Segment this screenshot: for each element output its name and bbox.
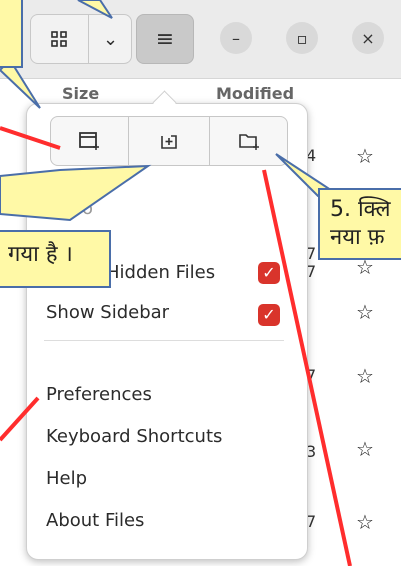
annotation-callout: गया है । xyxy=(0,230,111,288)
popover-action-row xyxy=(50,116,288,166)
star-icon[interactable]: ☆ xyxy=(356,437,374,461)
column-size[interactable]: Size xyxy=(62,84,99,103)
star-icon[interactable]: ☆ xyxy=(356,300,374,324)
menu-item-show-sidebar[interactable]: Show Sidebar xyxy=(46,302,169,323)
main-menu-button[interactable]: ≡ xyxy=(136,14,194,64)
chevron-down-icon: ⌄ xyxy=(102,28,119,50)
view-options-dropdown[interactable]: ⌄ xyxy=(88,15,132,63)
close-icon: × xyxy=(361,28,375,48)
close-button[interactable]: × xyxy=(352,22,384,54)
new-tab-button[interactable] xyxy=(128,117,209,165)
main-menu-popover xyxy=(26,103,308,560)
annotation-callout xyxy=(0,0,23,68)
new-window-button[interactable] xyxy=(51,117,127,165)
menu-item-undo[interactable]: Undo xyxy=(46,198,93,219)
new-folder-icon xyxy=(239,134,259,150)
menu-item-about-files[interactable]: About Files xyxy=(46,510,144,531)
star-icon[interactable]: ☆ xyxy=(356,510,374,534)
column-modified[interactable]: Modified xyxy=(216,84,294,103)
menu-item-preferences[interactable]: Preferences xyxy=(46,384,152,405)
checkbox-checked-icon[interactable]: ✓ xyxy=(258,304,280,326)
menu-separator xyxy=(44,340,284,341)
menu-item-keyboard-shortcuts[interactable]: Keyboard Shortcuts xyxy=(46,426,222,447)
new-tab-icon xyxy=(161,135,177,149)
menu-item-hidden-files[interactable]: Hidden Files xyxy=(106,262,215,283)
star-icon[interactable]: ☆ xyxy=(356,364,374,388)
grid-view-button[interactable] xyxy=(31,15,87,63)
new-window-icon xyxy=(79,132,99,150)
menu-item-help[interactable]: Help xyxy=(46,468,87,489)
checkbox-checked-icon[interactable]: ✓ xyxy=(258,262,280,284)
new-folder-button[interactable] xyxy=(209,117,288,165)
minimize-icon: – xyxy=(232,28,240,48)
star-icon[interactable]: ☆ xyxy=(356,144,374,168)
callout-text: 5. क्लि xyxy=(330,197,391,222)
header-bar: ⌄ ≡ – ▫ × xyxy=(0,0,401,79)
minimize-button[interactable]: – xyxy=(220,22,252,54)
hamburger-icon: ≡ xyxy=(155,26,175,52)
callout-text: नया फ़ xyxy=(330,225,385,250)
annotation-callout: 5. क्लि नया फ़ xyxy=(318,188,401,260)
callout-text: गया है । xyxy=(8,242,73,267)
maximize-button[interactable]: ▫ xyxy=(286,22,318,54)
view-switcher: ⌄ xyxy=(30,14,132,64)
maximize-icon: ▫ xyxy=(296,28,308,48)
grid-icon xyxy=(51,31,67,47)
